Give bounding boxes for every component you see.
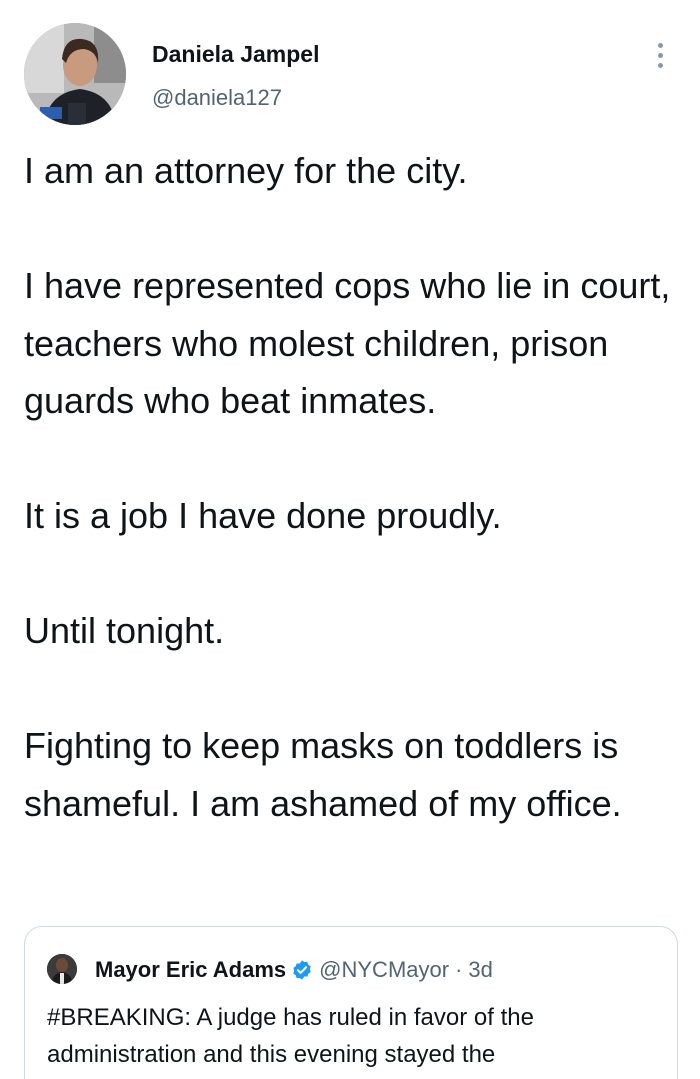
tweet-paragraph: Fighting to keep masks on toddlers is sh… <box>24 725 622 824</box>
tweet-paragraph: I have represented cops who lie in court… <box>24 265 671 421</box>
tweet-text: I am an attorney for the city. I have re… <box>24 142 684 832</box>
tweet-paragraph: It is a job I have done proudly. <box>24 495 502 536</box>
author-handle[interactable]: @daniela127 <box>152 84 282 112</box>
quoted-author-name[interactable]: Mayor Eric Adams <box>95 957 286 983</box>
more-dot <box>657 42 663 48</box>
quoted-tweet-header: Mayor Eric Adams @NYCMayor · 3d <box>95 955 493 985</box>
quoted-tweet-card[interactable]: Mayor Eric Adams @NYCMayor · 3d #BREAKIN… <box>24 926 678 1079</box>
tweet-paragraph: Until tonight. <box>24 610 225 651</box>
more-dot <box>657 62 663 68</box>
more-dot <box>657 52 663 58</box>
quoted-author-avatar <box>47 954 77 984</box>
more-vertical-icon[interactable] <box>648 38 672 72</box>
author-avatar[interactable] <box>24 23 126 125</box>
author-name[interactable]: Daniela Jampel <box>152 40 319 68</box>
tweet-paragraph: I am an attorney for the city. <box>24 150 468 191</box>
quoted-tweet-text: #BREAKING: A judge has ruled in favor of… <box>47 1004 534 1068</box>
quoted-author-handle[interactable]: @NYCMayor <box>319 957 449 983</box>
verified-badge-icon <box>291 959 313 981</box>
quoted-tweet-timestamp[interactable]: 3d <box>468 957 492 983</box>
avatar-photo <box>24 23 126 125</box>
quoted-avatar-photo <box>47 954 77 984</box>
header-separator: · <box>455 957 463 982</box>
